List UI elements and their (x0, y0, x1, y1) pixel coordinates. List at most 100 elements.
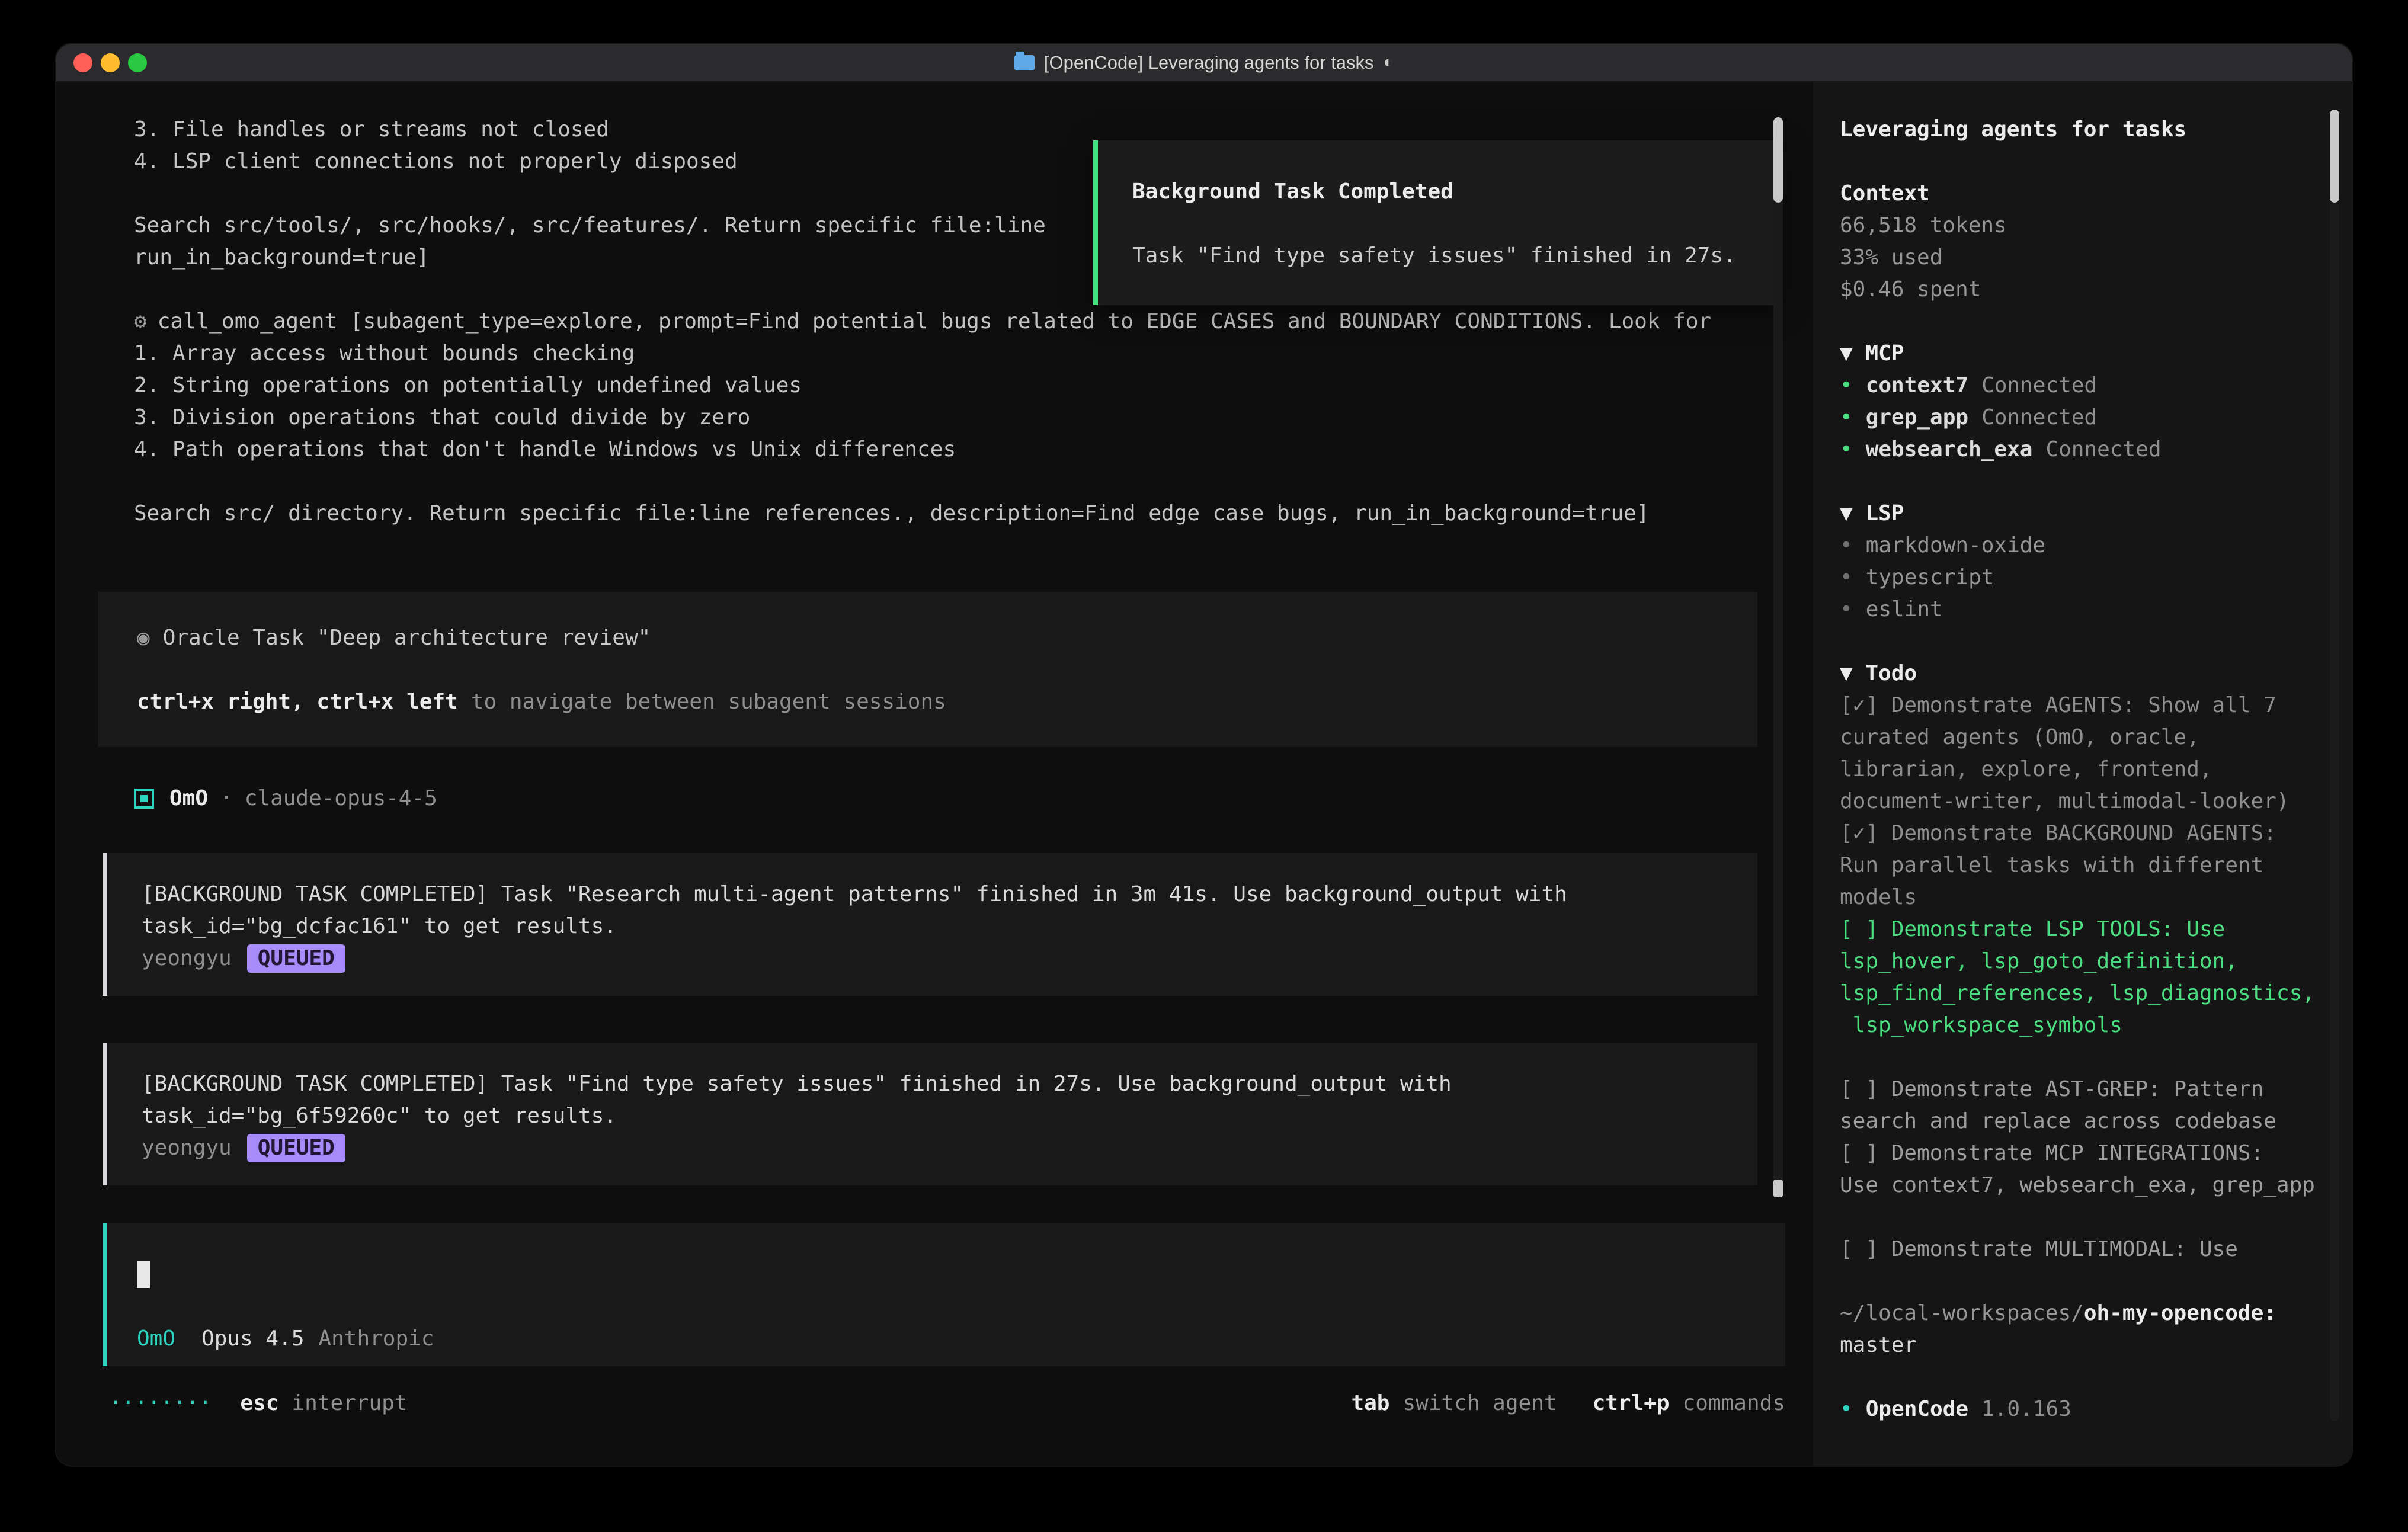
workspace-branch: master (1840, 1329, 2352, 1361)
queued-badge: QUEUED (247, 1134, 345, 1162)
lsp-item: • typescript (1840, 562, 2352, 594)
oracle-title-line: ◉ Oracle Task "Deep architecture review" (137, 622, 1757, 654)
terminal-line: 3. Division operations that could divide… (134, 402, 1711, 434)
terminal-line: 1. Array access without bounds checking (134, 338, 1711, 370)
agent-model: claude-opus-4-5 (245, 783, 437, 815)
todo-item: [ ] Demonstrate AST-GREP: Pattern search… (1840, 1073, 2352, 1137)
status-dot-icon: • (1840, 373, 1853, 398)
todo-item: [ ] Demonstrate MULTIMODAL: Use (1840, 1233, 2352, 1265)
terminal-line: 4. Path operations that don't handle Win… (134, 434, 1711, 466)
todo-section-heading[interactable]: ▼ Todo (1840, 658, 2352, 690)
esc-key-label: interrupt (292, 1387, 407, 1419)
status-dot-icon: • (1840, 405, 1853, 430)
tool-call-line: ⚙ call_omo_agent [subagent_type=explore, … (134, 306, 1711, 338)
message-line: task_id="bg_6f59260c" to get results. (142, 1100, 1757, 1132)
workspace-path-prefix: ~/local-workspaces/ (1840, 1301, 2084, 1325)
agent-name: OmO (169, 783, 208, 815)
todo-item: [✓] Demonstrate BACKGROUND AGENTS: Run p… (1840, 818, 2352, 914)
sidebar-scrollbar-thumb[interactable] (2330, 110, 2339, 203)
oracle-spacer (137, 654, 1757, 686)
terminal-main-pane: 3. File handles or streams not closed 4.… (56, 82, 1813, 1466)
mcp-status: Connected (2045, 437, 2161, 461)
bullet-icon: • (1840, 565, 1853, 589)
agent-session-header: OmO · claude-opus-4-5 (134, 783, 437, 815)
app-name: OpenCode (1866, 1397, 1968, 1421)
ctrlp-key-label: commands (1683, 1387, 1785, 1419)
agent-square-icon (134, 789, 154, 809)
lsp-item: •markdown-oxide (1840, 530, 2352, 562)
message-author: yeongyu (142, 1136, 232, 1160)
oracle-title: Oracle Task "Deep architecture review" (163, 626, 651, 650)
bullet-icon: • (1840, 533, 1853, 557)
main-scrollbar-thumb[interactable] (1773, 117, 1783, 203)
oracle-hint-text: to navigate between subagent sessions (471, 690, 946, 714)
main-scrollbar-track[interactable] (1773, 117, 1783, 1197)
message-line: task_id="bg_dcfac161" to get results. (142, 911, 1757, 943)
background-task-message: [BACKGROUND TASK COMPLETED] Task "Resear… (103, 853, 1757, 996)
background-task-toast[interactable]: Background Task Completed Task "Find typ… (1093, 140, 1781, 305)
sidebar-scrollbar-track[interactable] (2330, 110, 2339, 1421)
toast-body: Task "Find type safety issues" finished … (1132, 240, 1781, 272)
minimize-button[interactable] (101, 53, 120, 72)
input-provider-name: Anthropic (318, 1323, 434, 1355)
oracle-hint-line: ctrl+x right, ctrl+x left to navigate bet… (137, 686, 1757, 718)
mcp-name: grep_app (1866, 405, 1968, 430)
agent-separator: · (220, 783, 233, 815)
message-author: yeongyu (142, 946, 232, 970)
session-title: Leveraging agents for tasks (1840, 114, 2352, 146)
status-dot-icon: • (1840, 437, 1853, 461)
lsp-item: • eslint (1840, 594, 2352, 626)
workspace-path-name: oh-my-opencode: (2084, 1301, 2276, 1325)
todo-item: [✓] Demonstrate AGENTS: Show all 7 curat… (1840, 690, 2352, 818)
context-spent: $0.46 spent (1840, 274, 2352, 306)
sidebar: Leveraging agents for tasks Context 66,5… (1813, 82, 2352, 1466)
lsp-name: eslint (1866, 597, 1943, 621)
oracle-task-panel: ◉Oracle Task "Deep architecture review" … (98, 592, 1757, 747)
bullet-icon: • (1840, 597, 1853, 621)
message-line: [BACKGROUND TASK COMPLETED] Task "Find t… (142, 1068, 1757, 1100)
tool-call-text: call_omo_agent [subagent_type=explore, p… (158, 309, 1712, 334)
esc-key-hint: esc (240, 1387, 278, 1419)
moon-icon: ◐ (1384, 53, 1394, 72)
oracle-hint-keys: ctrl+x right, ctrl+x left (137, 690, 458, 714)
todo-item: [ ] Demonstrate MCP INTEGRATIONS: Use co… (1840, 1137, 2352, 1201)
message-line: [BACKGROUND TASK COMPLETED] Task "Resear… (142, 879, 1757, 911)
mcp-name: context7 (1866, 373, 1968, 398)
mcp-item: • grep_app Connected (1840, 402, 2352, 434)
titlebar: [OpenCode] Leveraging agents for tasks ◐ (56, 44, 2352, 82)
version-line: •OpenCode1.0.163 (1840, 1393, 2352, 1425)
toast-title: Background Task Completed (1132, 176, 1781, 208)
workspace-path: ~/local-workspaces/oh-my-opencode: (1840, 1297, 2352, 1329)
bullet-icon: • (1840, 1397, 1853, 1421)
zoom-button[interactable] (128, 53, 147, 72)
close-button[interactable] (73, 53, 92, 72)
window-title: [OpenCode] Leveraging agents for tasks (1044, 52, 1374, 73)
oracle-icon: ◉ (137, 626, 150, 650)
tab-key-hint: tab (1351, 1387, 1389, 1419)
lsp-name: typescript (1866, 565, 1994, 589)
queued-badge: QUEUED (247, 944, 345, 973)
traffic-lights (73, 44, 147, 81)
status-bar-right: tab switch agent ctrl+p commands (1351, 1387, 1785, 1419)
main-scrollbar-end-marker (1773, 1180, 1783, 1197)
text-cursor (137, 1261, 150, 1288)
message-meta-line: yeongyu QUEUED (142, 1132, 1757, 1164)
mcp-section-heading[interactable]: ▼ MCP (1840, 338, 2352, 370)
mcp-status: Connected (1981, 373, 2097, 398)
prompt-input[interactable]: OmO Opus 4.5 Anthropic (103, 1223, 1785, 1366)
status-bar: ········ esc interrupt tab switch agent … (109, 1387, 1785, 1419)
lsp-section-heading[interactable]: ▼ LSP (1840, 498, 2352, 530)
mcp-item: • context7 Connected (1840, 370, 2352, 402)
message-meta-line: yeongyu QUEUED (142, 943, 1757, 975)
terminal-line: Search src/ directory. Return specific f… (134, 498, 1711, 530)
tab-key-label: switch agent (1402, 1387, 1557, 1419)
mcp-status: Connected (1981, 405, 2097, 430)
input-footer: OmO Opus 4.5 Anthropic (137, 1323, 434, 1355)
terminal-line: 2. String operations on potentially unde… (134, 370, 1711, 402)
gear-icon: ⚙ (134, 309, 147, 334)
mcp-name: websearch_exa (1866, 437, 2033, 461)
input-agent-name: OmO (137, 1323, 175, 1355)
context-heading: Context (1840, 178, 2352, 210)
background-task-message: [BACKGROUND TASK COMPLETED] Task "Find t… (103, 1043, 1757, 1185)
terminal-line (134, 466, 1711, 498)
